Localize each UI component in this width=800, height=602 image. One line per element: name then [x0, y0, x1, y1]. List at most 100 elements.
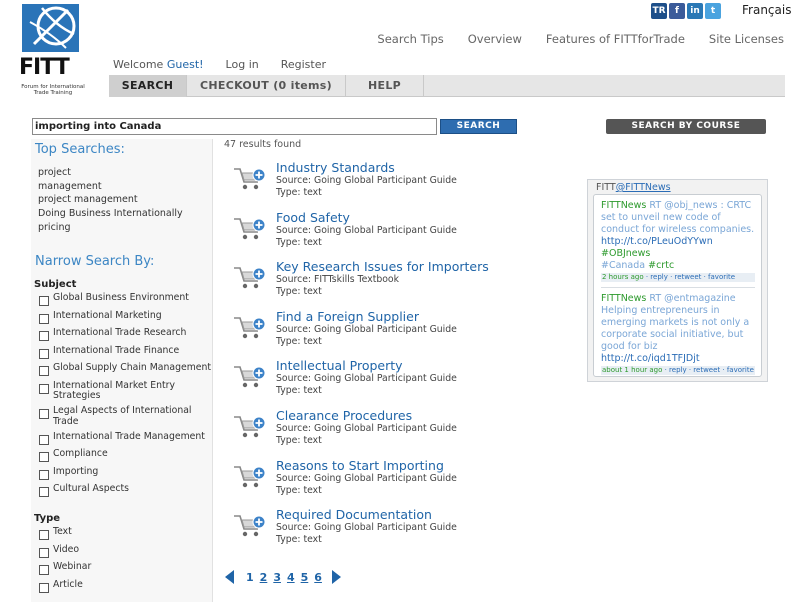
tweet-hashtag[interactable]: #Canada — [601, 260, 645, 271]
search-button[interactable]: SEARCH — [440, 119, 517, 134]
search-by-course-button[interactable]: SEARCH BY COURSE — [606, 119, 766, 134]
top-search-item[interactable]: pricing — [38, 221, 212, 235]
tab-search[interactable]: SEARCH — [109, 75, 187, 97]
add-to-cart-icon[interactable] — [232, 315, 266, 341]
filter-label: Global Supply Chain Management — [53, 362, 212, 374]
filter-label: Legal Aspects of International Trade — [53, 405, 192, 427]
tr-icon[interactable]: TR — [651, 3, 667, 19]
filter-option[interactable]: International Marketing — [39, 310, 212, 324]
checkbox[interactable] — [39, 331, 49, 342]
nav-site-licenses[interactable]: Site Licenses — [709, 32, 784, 46]
top-search-item[interactable]: project — [38, 166, 212, 180]
language-link[interactable]: Français — [742, 3, 791, 17]
add-to-cart-icon[interactable] — [232, 166, 266, 192]
login-link[interactable]: Log in — [226, 58, 259, 71]
add-to-cart-icon[interactable] — [232, 513, 266, 539]
filter-label: International Market Entry Strategies — [53, 379, 175, 402]
nav-overview[interactable]: Overview — [468, 32, 522, 46]
tweet-user[interactable]: FITTNews — [601, 293, 646, 304]
result-title-link[interactable]: Required Documentation — [276, 507, 432, 522]
result-title-link[interactable]: Clearance Procedures — [276, 408, 412, 423]
add-to-cart-icon[interactable] — [232, 414, 266, 440]
top-search-item[interactable]: Doing Business Internationally — [38, 207, 212, 221]
filter-option[interactable]: Legal Aspects of International Trade — [39, 406, 212, 427]
checkbox[interactable] — [39, 530, 49, 541]
add-to-cart-icon[interactable] — [232, 216, 266, 242]
page-link[interactable]: 3 — [273, 571, 281, 584]
nav-features[interactable]: Features of FITTforTrade — [546, 32, 685, 46]
checkbox[interactable] — [39, 452, 49, 463]
result-title-link[interactable]: Reasons to Start Importing — [276, 458, 444, 473]
filter-option[interactable]: Video — [39, 543, 212, 558]
checkbox[interactable] — [39, 409, 49, 420]
filter-option[interactable]: International Market Entry Strategies — [39, 379, 212, 402]
checkbox[interactable] — [39, 547, 49, 558]
checkbox[interactable] — [39, 313, 49, 324]
result-title-link[interactable]: Intellectual Property — [276, 358, 403, 373]
filter-option[interactable]: International Trade Finance — [39, 345, 212, 359]
filter-label: Video — [53, 543, 80, 555]
top-search-item[interactable]: project management — [38, 193, 212, 207]
next-page-icon[interactable] — [331, 570, 341, 584]
result-title-link[interactable]: Find a Foreign Supplier — [276, 309, 419, 324]
tweet-footer: about 1 hour ago · reply · retweet · fav… — [601, 366, 755, 375]
checkbox[interactable] — [39, 296, 49, 307]
result-type: Type: text — [276, 435, 322, 446]
page-link[interactable]: 2 — [260, 571, 268, 584]
tweet-actions[interactable]: · reply · retweet · favorite — [662, 366, 754, 374]
add-to-cart-icon[interactable] — [232, 364, 266, 390]
filter-label: Text — [53, 526, 72, 538]
result-source: Source: Going Global Participant Guide — [276, 224, 457, 236]
add-to-cart-icon[interactable] — [232, 464, 266, 490]
page-link[interactable]: 1 — [246, 571, 254, 584]
page-link[interactable]: 5 — [301, 571, 309, 584]
checkbox[interactable] — [39, 383, 49, 394]
nav-search-tips[interactable]: Search Tips — [377, 32, 443, 46]
twitter-handle-link[interactable]: @FITTNews — [616, 182, 671, 193]
filter-option[interactable]: Article — [39, 579, 212, 593]
result-title-link[interactable]: Food Safety — [276, 210, 350, 225]
filter-option[interactable]: Global Supply Chain Management — [39, 362, 212, 377]
filter-option[interactable]: Webinar — [39, 562, 212, 576]
tab-help[interactable]: HELP — [346, 75, 424, 97]
top-search-item[interactable]: management — [38, 180, 212, 194]
register-link[interactable]: Register — [281, 58, 326, 71]
facebook-icon[interactable]: f — [669, 3, 685, 19]
checkbox[interactable] — [39, 434, 49, 445]
twitter-icon[interactable]: t — [705, 3, 721, 19]
page-link[interactable]: 6 — [314, 571, 322, 584]
checkbox[interactable] — [39, 565, 49, 576]
checkbox[interactable] — [39, 582, 49, 593]
filter-option[interactable]: Text — [39, 526, 212, 541]
checkbox[interactable] — [39, 366, 49, 377]
checkbox[interactable] — [39, 469, 49, 480]
filter-option[interactable]: Compliance — [39, 449, 212, 463]
filter-option[interactable]: Global Business Environment — [39, 293, 212, 307]
result-title-link[interactable]: Key Research Issues for Importers — [276, 259, 489, 274]
tweet-hashtag[interactable]: #crtc — [645, 260, 674, 271]
filter-option[interactable]: International Trade Management — [39, 431, 212, 445]
checkbox[interactable] — [39, 487, 49, 498]
add-to-cart-icon[interactable] — [232, 265, 266, 291]
tweet-time[interactable]: 2 hours ago — [602, 273, 644, 281]
search-input[interactable]: importing into Canada — [32, 118, 437, 135]
filter-option[interactable]: International Trade Research — [39, 328, 212, 342]
page-link[interactable]: 4 — [287, 571, 295, 584]
tweet-actions[interactable]: · reply · retweet · favorite — [644, 273, 735, 281]
tweet-link[interactable]: http://t.co/PLeuOdYYwn — [601, 236, 713, 247]
filter-option[interactable]: Importing — [39, 466, 212, 480]
result-title-link[interactable]: Industry Standards — [276, 160, 395, 175]
twitter-widget: FITT@FITTNews FITTNews RT @obj_news : CR… — [587, 179, 768, 382]
fitt-logo[interactable]: FITT Forum for International Trade Train… — [19, 4, 85, 97]
prev-page-icon[interactable] — [225, 570, 234, 584]
tweet-link[interactable]: http://t.co/iqd1TFJDjt — [601, 353, 700, 364]
filter-option[interactable]: Cultural Aspects — [39, 484, 212, 498]
tweet-hashtag[interactable]: #OBJnews — [601, 248, 650, 259]
tab-checkout[interactable]: CHECKOUT (0 items) — [187, 75, 346, 97]
result-item: Food Safety Source: Going Global Particip… — [232, 210, 572, 254]
narrow-search-title: Narrow Search By: — [35, 254, 155, 270]
tweet-time[interactable]: about 1 hour ago — [602, 366, 662, 374]
checkbox[interactable] — [39, 348, 49, 359]
tweet-user[interactable]: FITTNews — [601, 200, 646, 211]
linkedin-icon[interactable]: in — [687, 3, 703, 19]
